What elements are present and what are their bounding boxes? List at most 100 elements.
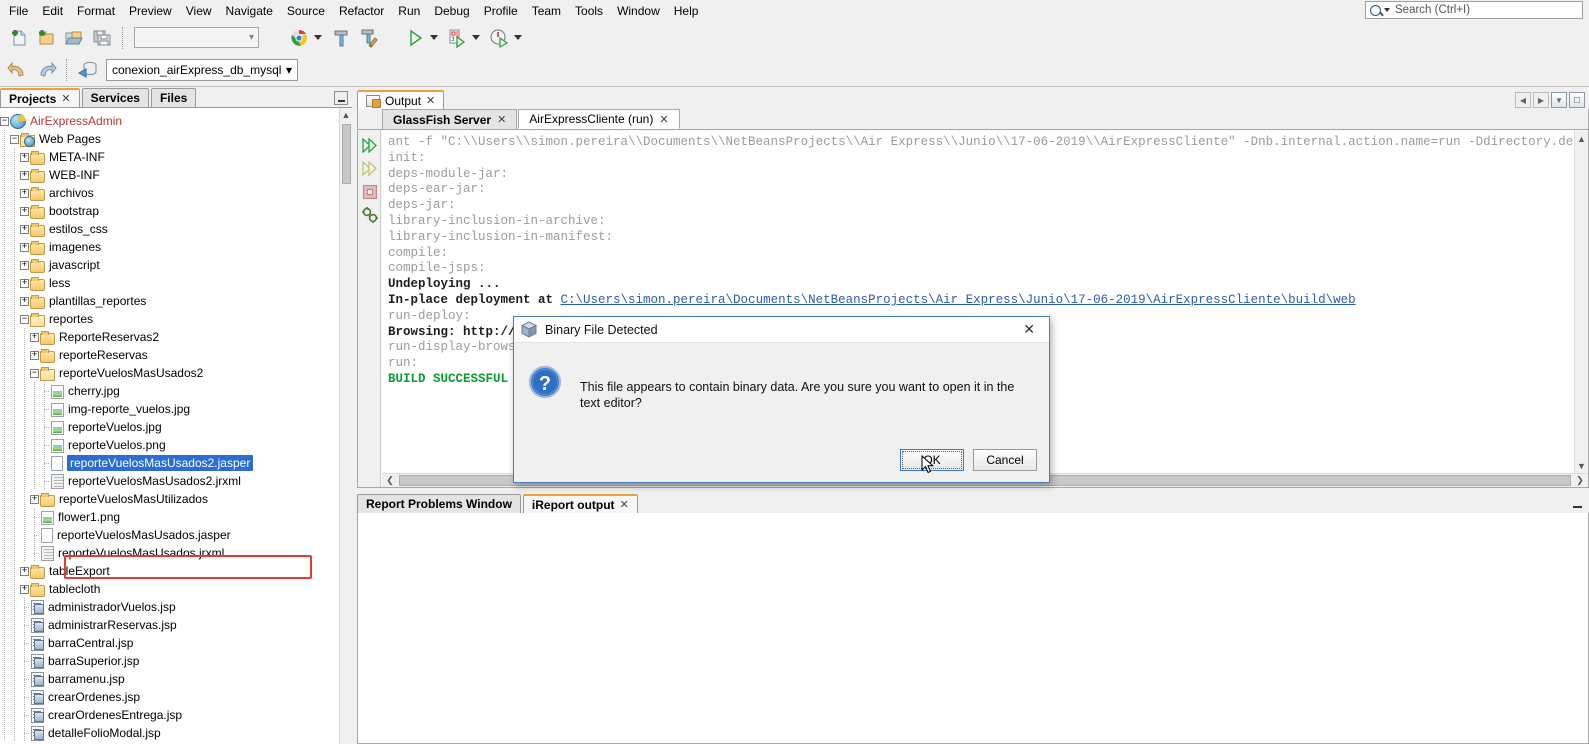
database-connection-icon[interactable] [74,56,102,84]
expand-node-icon[interactable]: + [20,206,29,216]
console-vertical-scrollbar[interactable]: ▲ ▼ [1574,131,1588,473]
tree-node[interactable]: − reporteVuelosMasUsados2 [0,364,340,382]
tree-node[interactable]: reporteVuelosMasUsados.jasper [0,526,340,544]
collapse-node-icon[interactable]: − [30,368,39,378]
close-icon[interactable]: ✕ [61,92,70,105]
minimize-projects-button[interactable] [334,91,348,105]
tree-node[interactable]: barramenu.jsp [0,670,340,688]
tab-projects[interactable]: Projects ✕ [0,88,80,107]
tree-node[interactable]: + META-INF [0,148,340,166]
tree-node[interactable]: − AirExpressAdmin [0,112,340,130]
tree-node[interactable]: reporteVuelosMasUsados2.jrxml [0,472,340,490]
tree-node[interactable]: crearOrdenesEntrega.jsp [0,706,340,724]
tree-node[interactable]: + tableExport [0,562,340,580]
menu-debug[interactable]: Debug [427,1,476,21]
menu-profile[interactable]: Profile [477,1,525,21]
minimize-bottom-panel-button[interactable] [1571,497,1584,510]
settings-icon[interactable] [358,203,381,226]
tree-node[interactable]: + estilos_css [0,220,340,238]
scroll-left-icon[interactable]: ❮ [382,475,398,487]
save-all-icon[interactable] [88,24,116,52]
tree-node[interactable]: + archivos [0,184,340,202]
close-icon[interactable]: ✕ [1015,321,1043,338]
tree-node[interactable]: + javascript [0,256,340,274]
collapse-node-icon[interactable]: − [20,314,29,324]
menu-format[interactable]: Format [70,1,122,21]
tree-node[interactable]: reporteVuelos.jpg [0,418,340,436]
open-project-icon[interactable] [60,24,88,52]
scroll-up-icon[interactable]: ▲ [340,108,352,122]
tree-node[interactable]: reporteVuelosMasUsados2.jasper [0,454,340,472]
close-icon[interactable]: ✕ [620,498,629,511]
browser-chrome-icon[interactable] [285,24,313,52]
new-project-icon[interactable] [32,24,60,52]
cancel-button[interactable]: Cancel [973,449,1037,471]
tab-output[interactable]: Output ✕ [357,90,445,109]
tree-node[interactable]: img-reporte_vuelos.jpg [0,400,340,418]
menu-help[interactable]: Help [667,1,706,21]
tab-ireport-output[interactable]: iReport output ✕ [522,494,638,513]
chevron-down-icon[interactable] [472,35,480,40]
expand-node-icon[interactable]: + [20,188,29,198]
tree-node[interactable]: administradorVuelos.jsp [0,598,340,616]
tree-node[interactable]: detalleFolioModal.jsp [0,724,340,742]
expand-node-icon[interactable]: + [20,296,29,306]
tree-node[interactable]: + reporteReservas [0,346,340,364]
scroll-tabs-left-button[interactable]: ◀ [1515,92,1531,108]
run-icon[interactable] [401,24,429,52]
expand-node-icon[interactable]: + [20,566,29,576]
expand-node-icon[interactable]: + [20,260,29,270]
tree-node[interactable]: barraCentral.jsp [0,634,340,652]
collapse-node-icon[interactable]: − [10,134,19,144]
project-tree-scrollbar[interactable]: ▲ [339,108,352,744]
tree-node[interactable]: + plantillas_reportes [0,292,340,310]
menu-tools[interactable]: Tools [568,1,610,21]
expand-node-icon[interactable]: + [20,224,29,234]
tree-node[interactable]: + ReporteReservas2 [0,328,340,346]
menu-refactor[interactable]: Refactor [332,1,391,21]
menu-source[interactable]: Source [280,1,332,21]
clean-build-icon[interactable] [355,24,383,52]
tree-node[interactable]: + reporteVuelosMasUtilizados [0,490,340,508]
tree-node[interactable]: + bootstrap [0,202,340,220]
expand-node-icon[interactable]: + [20,152,29,162]
tree-node[interactable]: reporteVuelosMasUsados.jrxml [0,544,340,562]
menu-run[interactable]: Run [391,1,427,21]
maximize-window-button[interactable]: ☐ [1569,92,1585,108]
console-link[interactable]: C:\Users\simon.pereira\Documents\NetBean… [561,293,1356,307]
expand-node-icon[interactable]: + [20,170,29,180]
menu-preview[interactable]: Preview [122,1,179,21]
chevron-down-icon[interactable] [514,35,522,40]
tree-node[interactable]: − Web Pages [0,130,340,148]
tab-airexpresscliente-run[interactable]: AirExpressCliente (run) ✕ [518,109,680,129]
tab-report-problems-window[interactable]: Report Problems Window [357,494,521,513]
tab-list-dropdown-button[interactable]: ▼ [1551,92,1567,108]
menu-view[interactable]: View [179,1,219,21]
search-input[interactable]: Search (Ctrl+I) [1365,1,1583,19]
tree-node[interactable]: + WEB-INF [0,166,340,184]
build-icon[interactable] [327,24,355,52]
expand-node-icon[interactable]: + [30,332,39,342]
redo-icon[interactable] [32,56,60,84]
menu-edit[interactable]: Edit [35,1,70,21]
collapse-node-icon[interactable]: − [0,116,9,126]
tree-node[interactable]: flower1.png [0,508,340,526]
expand-node-icon[interactable]: + [20,278,29,288]
stop-icon[interactable] [358,180,381,203]
tree-node[interactable]: reporteVuelos.png [0,436,340,454]
tree-node[interactable]: − reportes [0,310,340,328]
menu-navigate[interactable]: Navigate [219,1,280,21]
tree-node[interactable]: cherry.jpg [0,382,340,400]
chevron-down-icon[interactable] [314,35,322,40]
tab-glassfish-server[interactable]: GlassFish Server ✕ [382,109,518,129]
tree-node[interactable]: + less [0,274,340,292]
undo-icon[interactable] [4,56,32,84]
debug-icon[interactable]: 3 [443,24,471,52]
tab-files[interactable]: Files [150,88,197,107]
tree-node[interactable]: crearOrdenes.jsp [0,688,340,706]
chevron-down-icon[interactable] [430,35,438,40]
tree-node[interactable]: + tablecloth [0,580,340,598]
tab-services[interactable]: Services [81,88,149,107]
close-icon[interactable]: ✕ [426,94,435,107]
scroll-down-icon[interactable]: ▼ [1575,458,1588,473]
